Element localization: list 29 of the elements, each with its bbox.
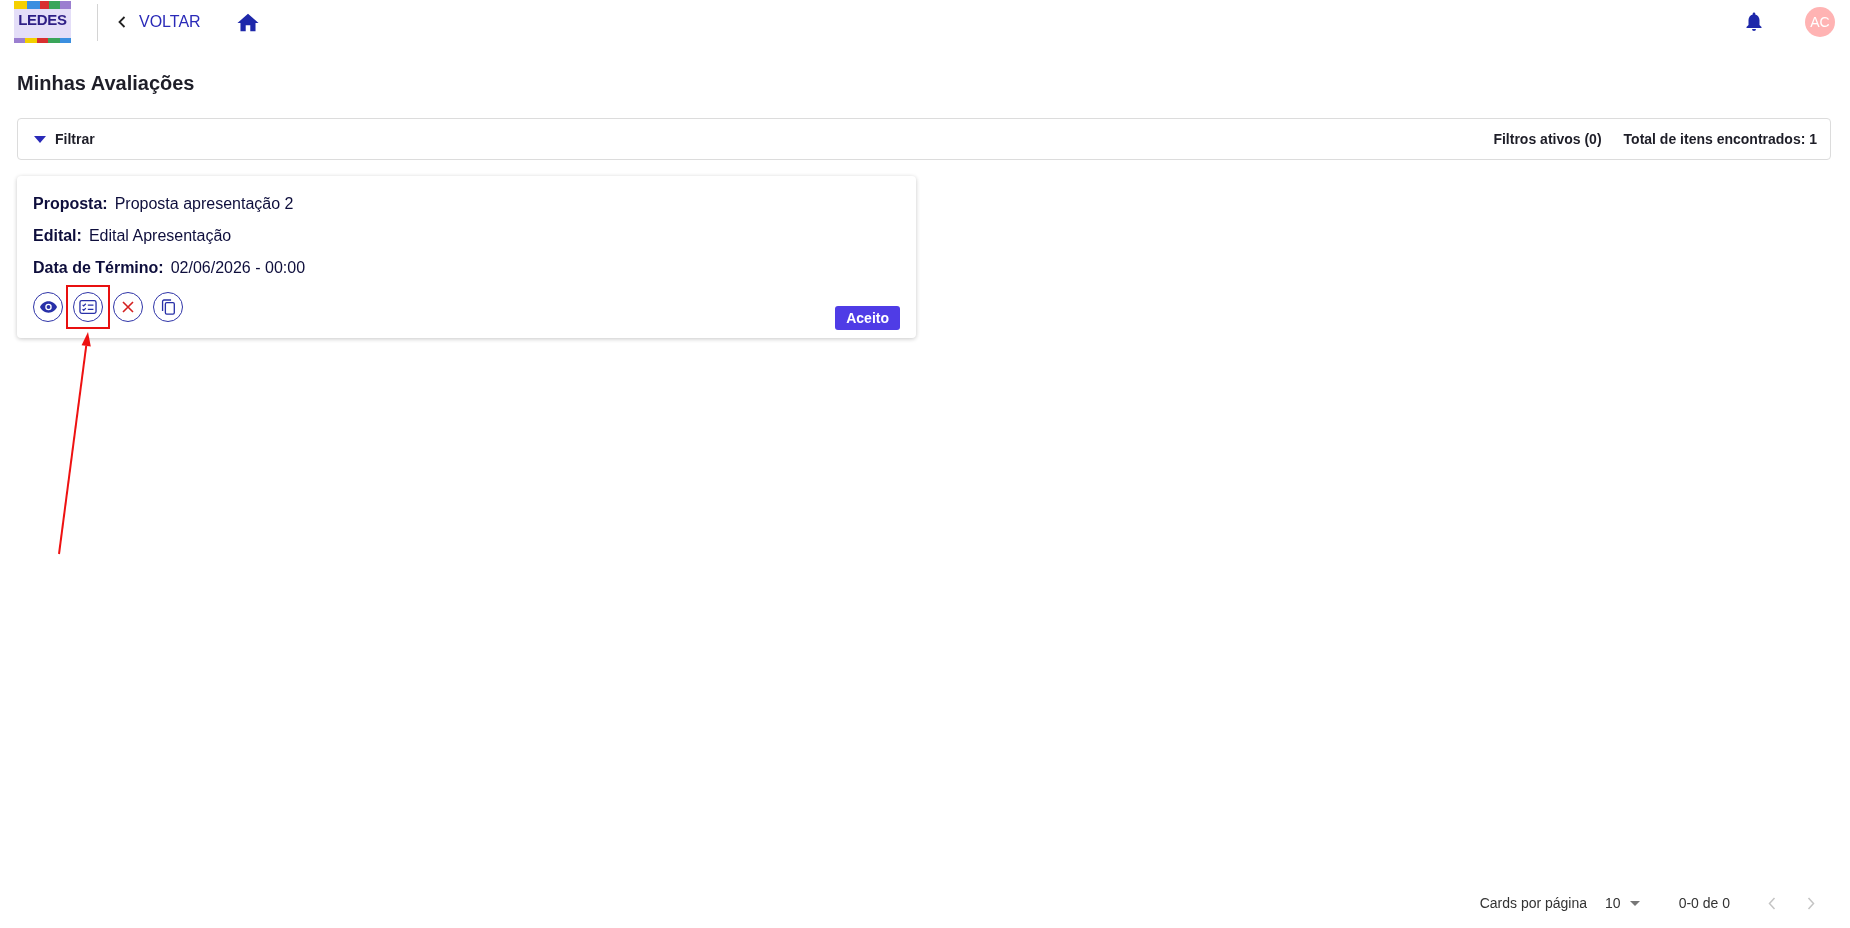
view-button[interactable] xyxy=(33,292,63,322)
eye-icon xyxy=(39,301,57,313)
field-value: Edital Apresentação xyxy=(88,227,232,244)
total-items-count: Total de itens encontrados: 1 xyxy=(1623,131,1817,147)
chevron-left-icon xyxy=(118,16,126,28)
page-title: Minhas Avaliações xyxy=(17,71,196,96)
bell-icon[interactable] xyxy=(1746,12,1762,32)
caret-down-icon xyxy=(34,135,46,143)
filter-toggle[interactable]: Filtrar xyxy=(32,129,97,149)
home-icon[interactable] xyxy=(236,12,259,32)
per-page-label: Cards por página xyxy=(1479,895,1588,911)
status-badge: Aceito xyxy=(835,306,900,330)
close-icon xyxy=(122,301,134,313)
active-filters-count: Filtros ativos (0) xyxy=(1493,131,1602,147)
field-value: 02/06/2026 - 00:00 xyxy=(170,259,306,276)
copy-icon xyxy=(161,299,175,315)
field-value: Proposta apresentação 2 xyxy=(114,195,294,212)
back-button[interactable]: VOLTAR xyxy=(114,9,205,35)
page-range: 0-0 de 0 xyxy=(1678,895,1730,911)
evaluation-form-button[interactable] xyxy=(73,292,103,322)
caret-down-icon xyxy=(1629,900,1640,906)
field-label: Proposta: xyxy=(33,195,108,212)
checklist-icon xyxy=(79,300,97,314)
field-label: Data de Término: xyxy=(33,259,164,276)
logo[interactable]: LEDES xyxy=(14,1,71,43)
per-page-select[interactable]: 10 xyxy=(1603,893,1642,913)
copy-button[interactable] xyxy=(153,292,183,322)
field-label: Edital: xyxy=(33,227,82,244)
cancel-button[interactable] xyxy=(113,292,143,322)
